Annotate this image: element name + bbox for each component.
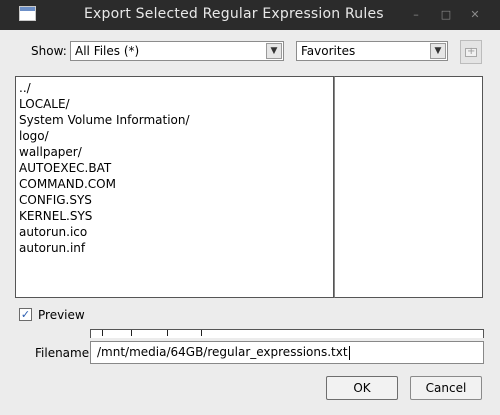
- favorites-select[interactable]: Favorites ▼: [296, 41, 448, 61]
- list-item[interactable]: CONFIG.SYS: [19, 192, 92, 208]
- new-folder-button[interactable]: +: [460, 40, 482, 64]
- preview-checkbox[interactable]: ✓: [19, 308, 32, 321]
- ok-button[interactable]: OK: [326, 376, 398, 400]
- ruler-tick: [167, 330, 168, 336]
- preview-label[interactable]: Preview: [38, 308, 85, 322]
- show-label: Show:: [31, 44, 67, 58]
- list-item[interactable]: logo/: [19, 128, 49, 144]
- list-item[interactable]: autorun.ico: [19, 224, 87, 240]
- close-button[interactable]: ✕: [466, 6, 484, 24]
- chevron-down-icon[interactable]: ▼: [266, 43, 282, 59]
- filename-value: /mnt/media/64GB/regular_expressions.txt: [97, 345, 348, 359]
- ruler-tick: [131, 330, 132, 336]
- list-item[interactable]: wallpaper/: [19, 144, 82, 160]
- ruler-tick: [201, 330, 202, 336]
- title-bar[interactable]: Export Selected Regular Expression Rules…: [0, 0, 500, 30]
- favorites-value: Favorites: [301, 44, 356, 58]
- cancel-button[interactable]: Cancel: [410, 376, 482, 400]
- window-title: Export Selected Regular Expression Rules: [84, 6, 384, 22]
- list-item[interactable]: System Volume Information/: [19, 112, 190, 128]
- list-item[interactable]: COMMAND.COM: [19, 176, 116, 192]
- plus-icon: +: [467, 46, 476, 57]
- filename-input[interactable]: /mnt/media/64GB/regular_expressions.txt: [90, 341, 484, 364]
- chevron-down-icon[interactable]: ▼: [430, 43, 446, 59]
- filename-label: Filename:: [35, 346, 94, 360]
- text-caret: [348, 345, 350, 360]
- preview-pane: [334, 76, 483, 298]
- list-item[interactable]: KERNEL.SYS: [19, 208, 92, 224]
- window-icon: [19, 6, 36, 21]
- minimize-button[interactable]: –: [407, 6, 425, 24]
- file-list[interactable]: ../LOCALE/System Volume Information/logo…: [15, 76, 334, 298]
- file-filter-select[interactable]: All Files (*) ▼: [70, 41, 284, 61]
- list-item[interactable]: ../: [19, 80, 31, 96]
- file-filter-value: All Files (*): [75, 44, 140, 58]
- list-item[interactable]: LOCALE/: [19, 96, 70, 112]
- filename-ruler: [90, 329, 484, 338]
- maximize-button[interactable]: □: [437, 6, 455, 24]
- ruler-tick: [102, 330, 103, 336]
- list-item[interactable]: AUTOEXEC.BAT: [19, 160, 111, 176]
- list-item[interactable]: autorun.inf: [19, 240, 85, 256]
